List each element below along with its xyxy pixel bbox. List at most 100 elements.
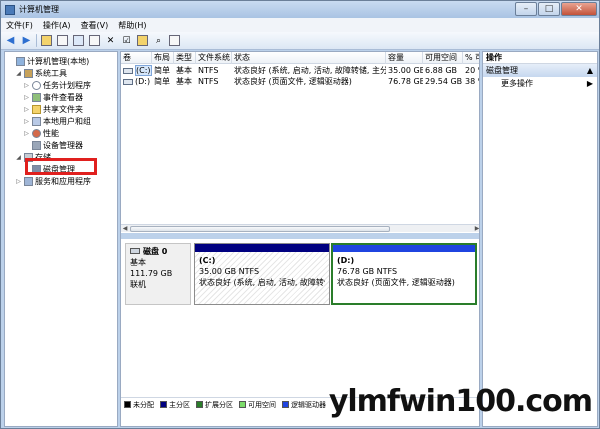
menu-view[interactable]: 查看(V) [76,20,114,31]
back-arrow-icon[interactable]: ◀ [4,34,17,47]
view-icon[interactable] [168,34,181,47]
legend-swatch [196,401,203,408]
expand-toggle-icon[interactable]: ▷ [23,94,30,101]
partition-d[interactable]: (D:) 76.78 GB NTFS 状态良好 (页面文件, 逻辑驱动器) [331,243,477,305]
tree-item[interactable]: ◢ 系统工具 [15,67,67,79]
show-tree-icon[interactable] [56,34,69,47]
scroll-right-icon[interactable]: ▶ [473,225,479,233]
title-bar: 计算机管理 – □ ✕ [1,1,599,18]
volume-icon [123,67,133,74]
performance-icon [32,128,41,138]
properties-icon[interactable] [88,34,101,47]
column-volume[interactable]: 卷 [121,52,152,64]
actions-header: 操作 [483,52,597,64]
more-actions[interactable]: 更多操作 ▶ [483,77,597,90]
table-cell: 20 % [465,66,479,75]
legend-swatch [124,401,131,408]
actions-pane: 操作 磁盘管理 ▲ 更多操作 ▶ [482,51,598,427]
disk-management-pane: 卷 布局 类型 文件系统 状态 容量 可用空间 % 可 (C:)简单基本NTFS… [120,51,480,427]
open-folder-icon[interactable] [136,34,149,47]
legend-swatch [239,401,246,408]
table-cell: 35.00 GB [388,66,423,75]
table-cell: NTFS [198,66,219,75]
volume-icon [123,78,133,85]
column-filesystem[interactable]: 文件系统 [196,52,232,64]
column-layout[interactable]: 布局 [152,52,174,64]
legend-item: 扩展分区 [196,400,233,410]
close-button[interactable]: ✕ [561,2,597,16]
expand-toggle-icon[interactable]: ▷ [23,106,30,113]
expand-toggle-icon[interactable]: ▷ [15,178,22,185]
help-icon[interactable] [72,34,85,47]
window-controls: – □ ✕ [515,2,597,16]
tree-item[interactable]: ▷ 本地用户和组 [23,115,91,127]
scroll-left-icon[interactable]: ◀ [121,225,129,233]
tree-item[interactable]: ▷ 事件查看器 [23,91,83,103]
scrollbar-thumb[interactable] [130,226,390,232]
tree-item[interactable]: ▷ 共享文件夹 [23,103,83,115]
disk-size: 111.79 GB [130,269,173,278]
legend-label: 可用空间 [248,400,276,409]
expand-toggle-icon[interactable]: ▷ [23,82,30,89]
column-type[interactable]: 类型 [174,52,196,64]
expand-toggle-icon[interactable]: ◢ [15,154,22,161]
table-cell: (C:) [121,65,152,76]
console-tree-pane: 计算机管理(本地) ◢ 系统工具 ▷ 任务计划程序 ▷ 事件查看器 ▷ 共享文件夹 ▷ 本地用户和组… [4,51,118,427]
column-free-space[interactable]: 可用空间 [423,52,463,64]
menu-file[interactable]: 文件(F) [1,20,38,31]
submenu-arrow-icon: ▶ [586,79,593,88]
toolbar-separator [36,34,37,47]
expand-toggle-icon[interactable]: ◢ [15,70,22,77]
legend-swatch [282,401,289,408]
logical-drive-bar [333,245,475,252]
expand-toggle-icon[interactable]: ▷ [23,130,30,137]
tree-item[interactable]: 设备管理器 [23,139,83,151]
forward-arrow-icon[interactable]: ▶ [20,34,33,47]
legend-item: 逻辑驱动器 [282,400,326,410]
primary-partition-bar [195,244,329,252]
device-manager-icon [32,140,41,150]
legend-label: 未分配 [133,400,154,409]
search-icon[interactable]: ⌕ [152,34,165,47]
table-cell: (D:) [121,76,152,87]
tree-item-label: 设备管理器 [43,140,83,150]
tree-item[interactable]: ▷ 任务计划程序 [23,79,91,91]
partition-d-status: 状态良好 (页面文件, 逻辑驱动器) [337,278,455,287]
maximize-button[interactable]: □ [538,2,560,16]
tree-item-label: 任务计划程序 [43,80,91,90]
collapse-icon[interactable]: ▲ [587,64,593,77]
partition-c-size: 35.00 GB NTFS [199,267,260,276]
toolbar: ◀ ▶ ✕ ☑ ⌕ [1,32,599,50]
column-status[interactable]: 状态 [232,52,386,64]
up-folder-icon[interactable] [40,34,53,47]
tree-item[interactable]: ▷ 性能 [23,127,59,139]
check-icon[interactable]: ☑ [120,34,133,47]
table-cell: 状态良好 (页面文件, 逻辑驱动器) [234,77,352,86]
expand-toggle-icon[interactable]: ▷ [23,118,30,125]
legend-label: 扩展分区 [205,400,233,409]
column-percent-free[interactable]: % 可 [463,52,479,64]
tree-item[interactable]: 计算机管理(本地) [7,55,89,67]
partition-d-name: (D:) [337,256,355,265]
tree-item-label: 事件查看器 [43,92,83,102]
menu-help[interactable]: 帮助(H) [113,20,151,31]
table-cell: 38 % [465,77,479,86]
horizontal-scrollbar[interactable]: ◀ ▶ [121,224,479,233]
disk-icon [130,248,140,254]
tree-item-label: 系统工具 [35,68,67,78]
menu-action[interactable]: 操作(A) [38,20,76,31]
delete-icon[interactable]: ✕ [104,34,117,47]
table-cell: 简单 [154,77,170,86]
actions-section-disk-management[interactable]: 磁盘管理 ▲ [483,64,597,77]
column-capacity[interactable]: 容量 [386,52,423,64]
minimize-button[interactable]: – [515,2,537,16]
tree-item[interactable]: ▷ 服务和应用程序 [15,175,91,187]
tree-item-label: 本地用户和组 [43,116,91,126]
tools-icon [24,68,33,78]
disk-0-label[interactable]: 磁盘 0 基本 111.79 GB 联机 [125,243,191,305]
tree-item-label: 计算机管理(本地) [27,56,90,66]
event-log-icon [32,92,41,102]
legend-item: 未分配 [124,400,154,410]
partition-c[interactable]: (C:) 35.00 GB NTFS 状态良好 (系统, 启动, 活动, 故障转… [194,243,330,305]
volume-list-header: 卷 布局 类型 文件系统 状态 容量 可用空间 % 可 [121,52,479,64]
